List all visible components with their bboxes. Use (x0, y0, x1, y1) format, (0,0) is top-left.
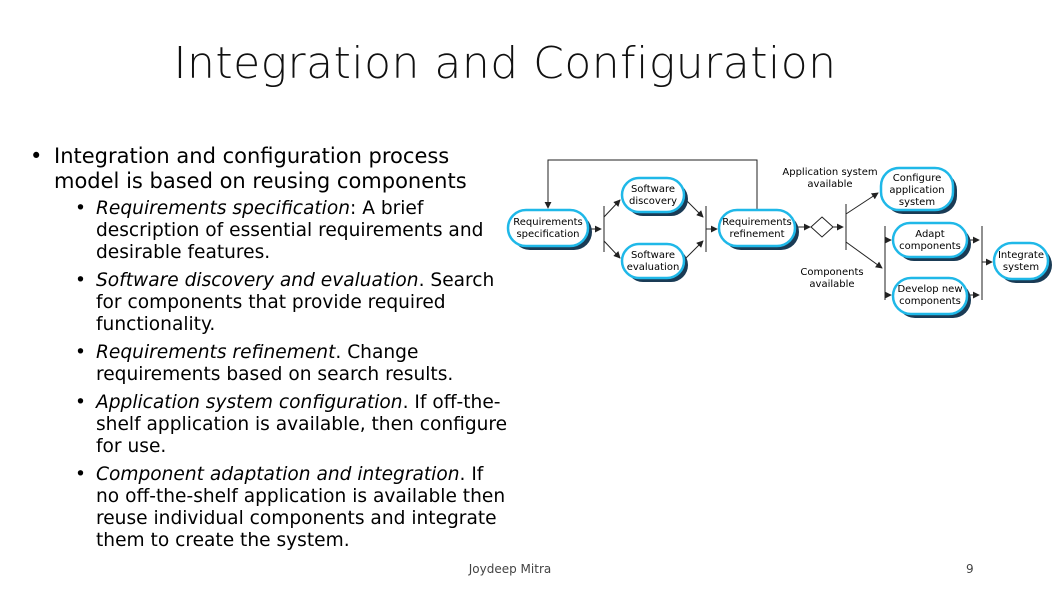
guard-label: available (807, 179, 852, 190)
node-label: Adapt (915, 229, 944, 240)
fork-to-discovery-arrow (603, 199, 621, 218)
process-diagram: Requirements specification Software disc… (506, 159, 1052, 318)
node-adapt-components: Adapt components (891, 221, 971, 261)
evaluation-to-join-arrow (685, 240, 704, 259)
page-number: 9 (966, 562, 974, 576)
footer-author: Joydeep Mitra (468, 562, 552, 576)
node-requirements-specification: Requirements specification (506, 208, 592, 250)
node-label: components (899, 241, 961, 252)
node-label: specification (516, 229, 579, 240)
decision-diamond (810, 216, 834, 238)
guard-label: Components (800, 267, 863, 278)
node-label: refinement (730, 229, 785, 240)
label-application-available: Application system available (782, 167, 877, 190)
branch-to-develop-arrow (845, 241, 883, 269)
guard-label: available (809, 279, 854, 290)
node-label: evaluation (627, 262, 680, 273)
node-develop-new-components: Develop new components (891, 276, 971, 318)
node-label: discovery (629, 196, 677, 207)
node-label: Develop new (897, 284, 962, 295)
node-configure-application-system: Configure application system (879, 166, 957, 214)
node-label: Configure (893, 173, 941, 184)
node-label: system (1003, 262, 1039, 273)
node-software-evaluation: Software evaluation (620, 242, 688, 282)
node-integrate-system: Integrate system (992, 241, 1052, 283)
branch-to-configure-arrow (845, 192, 879, 215)
label-components-available: Components available (800, 267, 863, 290)
node-requirements-refinement: Requirements refinement (717, 208, 799, 250)
node-label: Requirements (513, 217, 583, 228)
node-label: Software (631, 184, 675, 195)
node-label: components (899, 296, 961, 307)
node-label: Requirements (722, 217, 792, 228)
node-label: system (899, 197, 935, 208)
node-label: Integrate (998, 250, 1044, 261)
node-label: Software (631, 250, 675, 261)
discovery-to-join-arrow (685, 199, 704, 218)
node-label: application (889, 185, 944, 196)
guard-label: Application system (782, 167, 877, 178)
fork-to-evaluation-arrow (603, 240, 621, 259)
node-software-discovery: Software discovery (620, 176, 688, 216)
